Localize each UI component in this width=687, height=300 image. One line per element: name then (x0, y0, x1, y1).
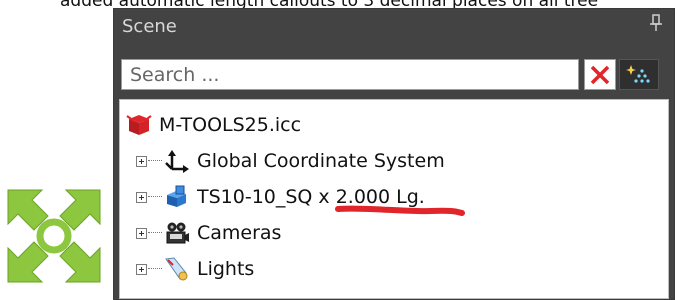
tree-item-label: Lights (197, 258, 255, 280)
sparkle-filter-icon (626, 64, 650, 83)
tree-connector (148, 196, 162, 198)
tree-item-label: Global Coordinate System (197, 150, 445, 172)
clear-search-button[interactable] (584, 59, 616, 90)
tree-root-label: M-TOOLS25.icc (159, 114, 302, 136)
camera-icon (163, 220, 191, 246)
tree-item-global-coordinate-system[interactable]: Global Coordinate System (136, 146, 445, 176)
expand-icon[interactable] (136, 155, 147, 167)
app-logo-icon (6, 188, 102, 284)
pin-icon[interactable] (648, 14, 664, 36)
tree-root[interactable]: M-TOOLS25.icc (125, 110, 301, 140)
panel-title: Scene (122, 16, 177, 37)
search-row (119, 49, 669, 101)
part-icon (163, 184, 191, 210)
scene-file-icon (125, 112, 153, 138)
tree-connector (148, 232, 162, 234)
tree-item-cameras[interactable]: Cameras (136, 218, 281, 248)
expand-icon[interactable] (136, 191, 147, 203)
red-underline-annotation (335, 205, 465, 216)
panel-header: Scene (114, 9, 674, 45)
scene-panel: Scene Search ... M-TOOLS25.icc Global Co… (113, 8, 675, 300)
axes-icon (163, 148, 191, 174)
close-icon (590, 65, 610, 84)
expand-icon[interactable] (136, 263, 147, 275)
search-input[interactable] (121, 59, 579, 90)
tree-item-lights[interactable]: Lights (136, 254, 254, 284)
tree-connector (148, 268, 162, 270)
tree-connector (148, 160, 162, 162)
tree-item-label: Cameras (197, 222, 282, 244)
scene-tree: M-TOOLS25.icc Global Coordinate System T… (119, 99, 669, 299)
filter-button[interactable] (619, 59, 659, 90)
expand-icon[interactable] (136, 227, 147, 239)
light-icon (163, 256, 191, 282)
